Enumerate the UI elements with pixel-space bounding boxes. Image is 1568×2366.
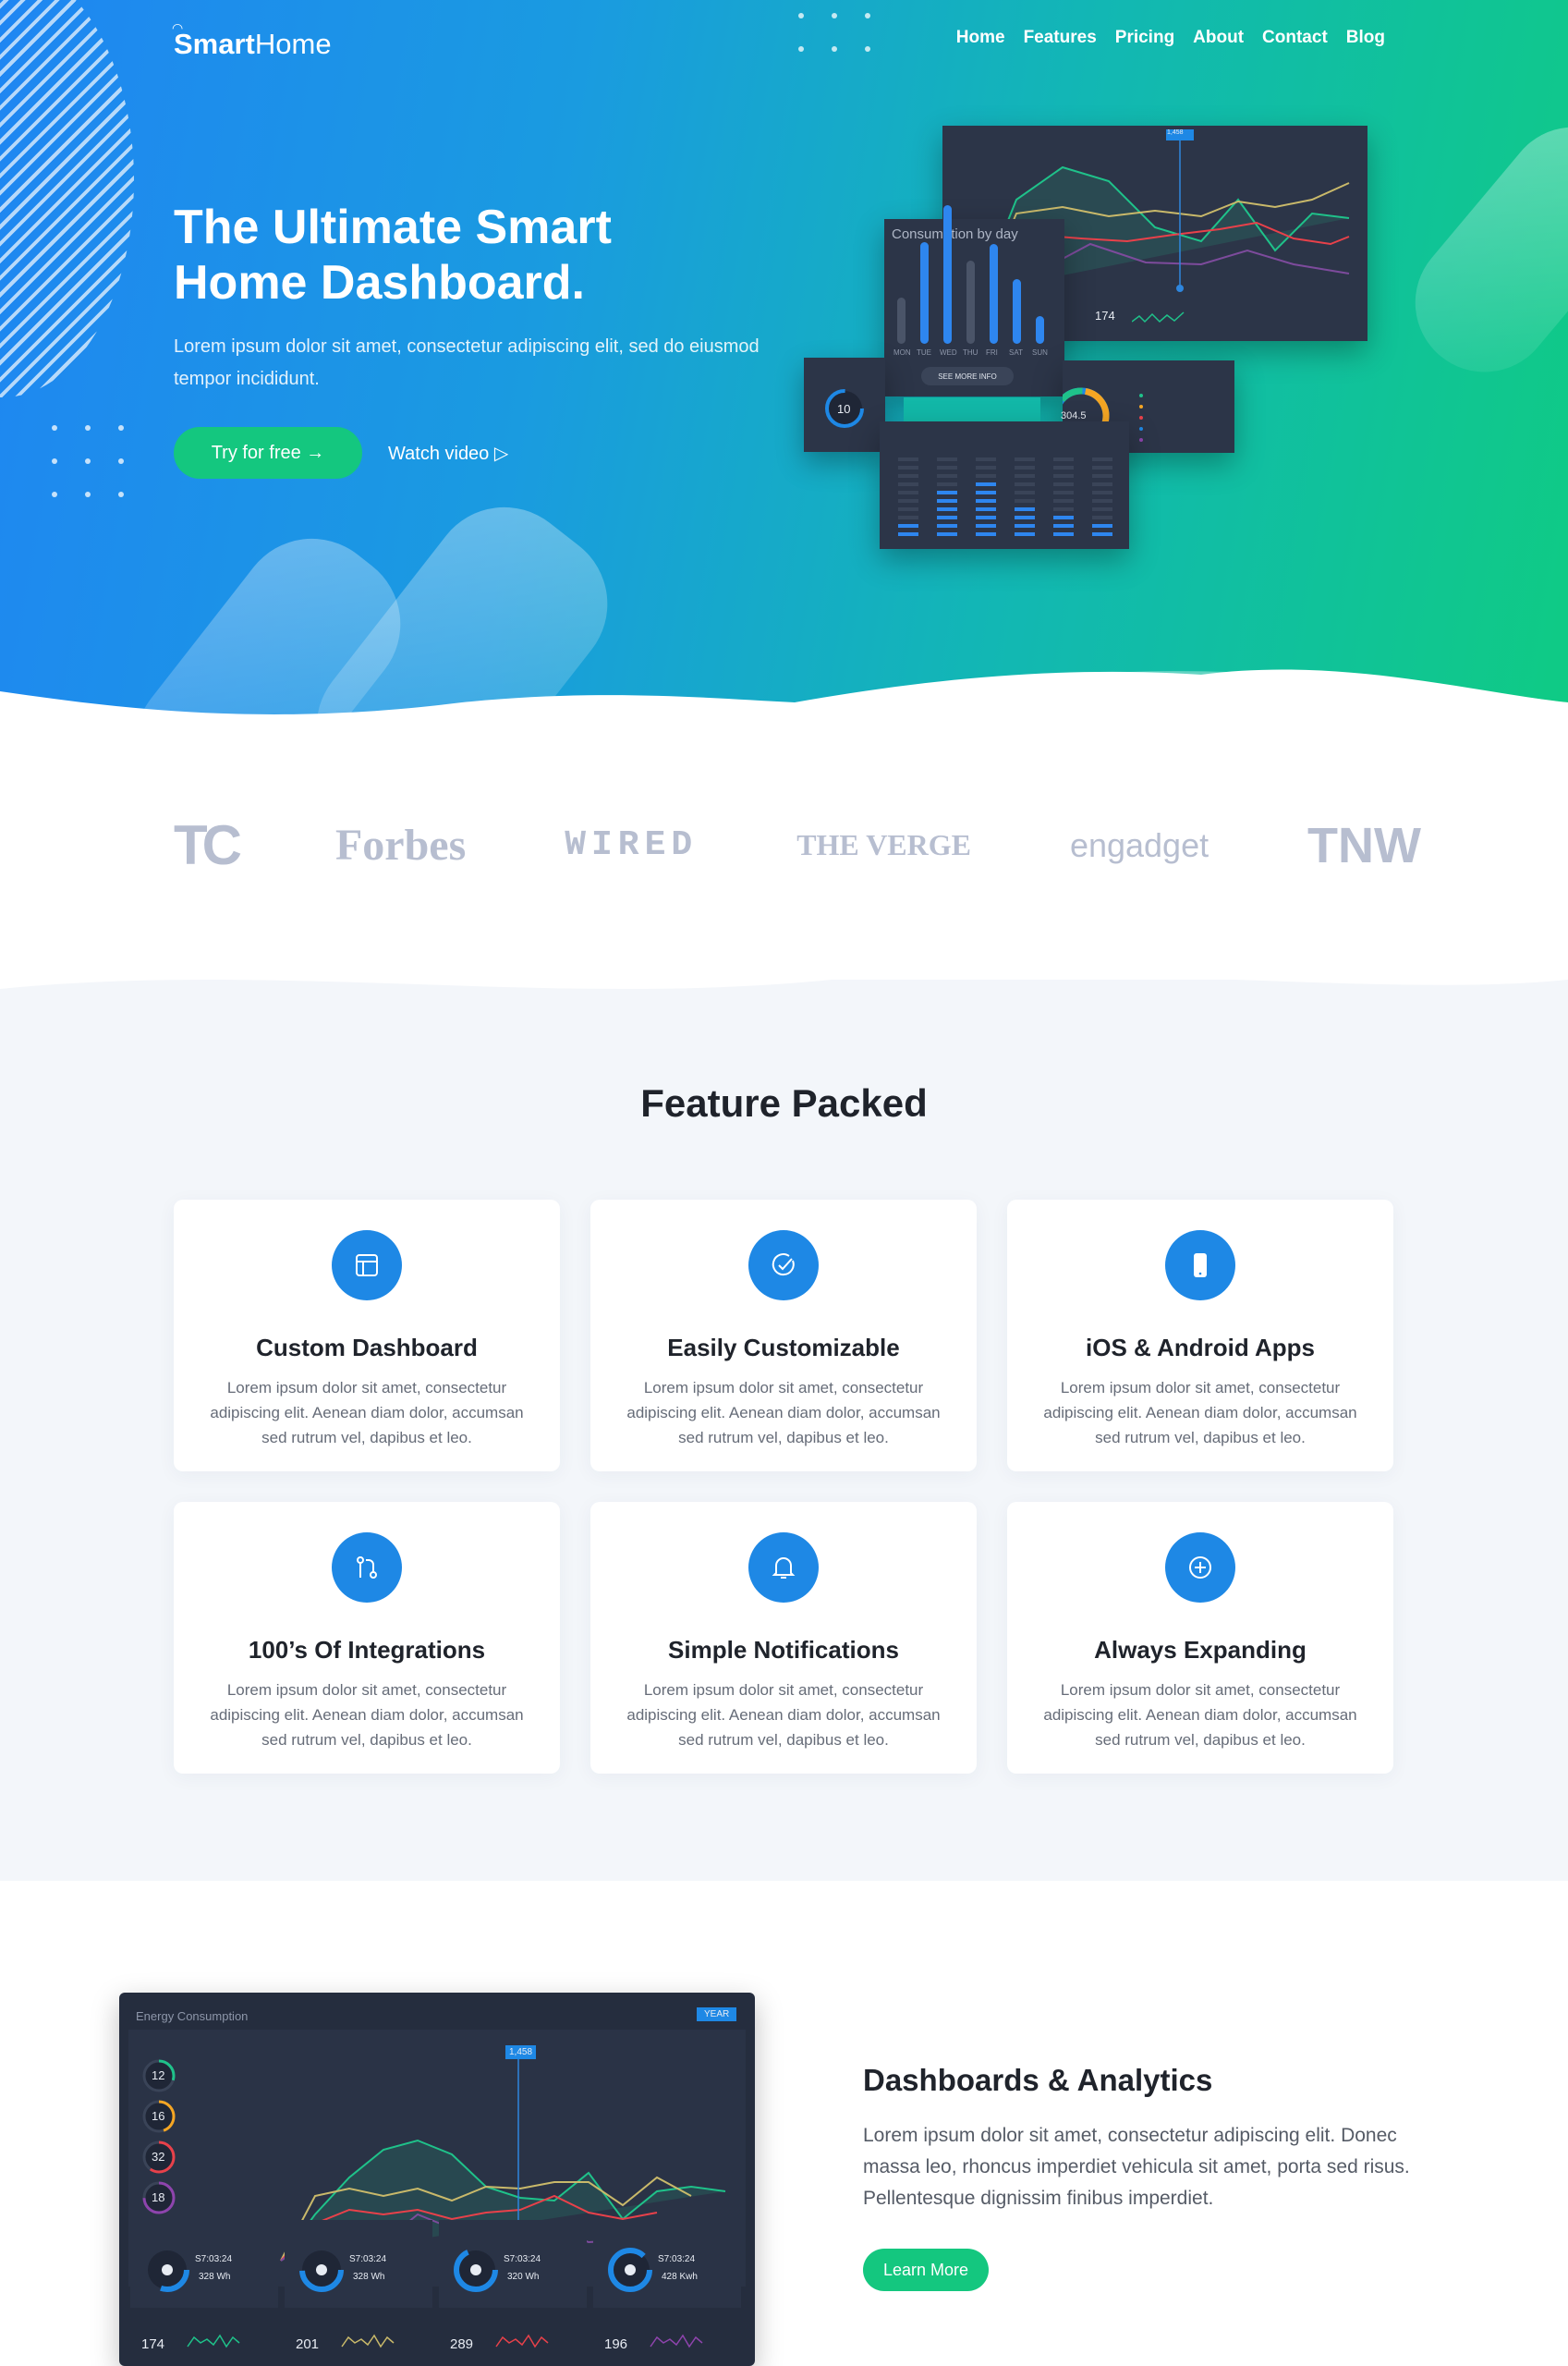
consumption-bar xyxy=(943,205,952,344)
device-energy: 328 Wh xyxy=(353,2272,385,2282)
hero-section: ◠ SmartHome Home Features Pricing About C… xyxy=(0,0,1568,730)
feature-card: 100’s Of Integrations Lorem ipsum dolor s… xyxy=(174,1502,560,1774)
feature-text: Lorem ipsum dolor sit amet, consectetur … xyxy=(626,1379,941,1446)
consumption-bar xyxy=(1013,279,1021,344)
consumption-title: Consumption by day xyxy=(892,226,1018,242)
learn-more-button[interactable]: Learn More xyxy=(863,2249,989,2291)
nav-features[interactable]: Features xyxy=(1024,28,1097,48)
nav-home[interactable]: Home xyxy=(956,28,1005,48)
day-label: TUE xyxy=(917,348,931,357)
consumption-bar xyxy=(990,244,998,344)
consumption-bar xyxy=(966,261,975,344)
feature-card: iOS & Android Apps Lorem ipsum dolor sit … xyxy=(1007,1200,1393,1471)
feature-card: Always Expanding Lorem ipsum dolor sit am… xyxy=(1007,1502,1393,1774)
try-for-free-button[interactable]: Try for free → xyxy=(174,427,362,479)
feature-text: Lorem ipsum dolor sit amet, consectetur … xyxy=(1043,1681,1357,1749)
feature-title: Easily Customizable xyxy=(667,1334,900,1361)
integration-icon xyxy=(332,1532,402,1603)
logo-the-verge: THE VERGE xyxy=(796,828,971,861)
watch-video-link[interactable]: Watch video ▷ xyxy=(388,427,508,479)
donut-value: 304.5 xyxy=(1061,410,1087,421)
features-title: Feature Packed xyxy=(640,1081,928,1125)
room-value: 32 xyxy=(152,2150,165,2164)
stat-value: 174 xyxy=(1095,309,1115,323)
room-value: 16 xyxy=(152,2109,165,2123)
feature-card: Simple Notifications Lorem ipsum dolor si… xyxy=(590,1502,977,1774)
feature-title: 100’s Of Integrations xyxy=(248,1636,486,1664)
feature-title: Always Expanding xyxy=(1094,1636,1307,1664)
check-circle-icon xyxy=(748,1230,819,1300)
consumption-panel: Consumption by day MON TUE WED THU FRI SAT SUN… xyxy=(884,205,1064,396)
nav-about[interactable]: About xyxy=(1193,28,1244,48)
decor-dots xyxy=(52,425,124,497)
stat-value: 196 xyxy=(604,2336,628,2352)
stat-value: 174 xyxy=(141,2336,165,2352)
analytics-title: Dashboards & Analytics xyxy=(863,2063,1213,2097)
logo-engadget: engadget xyxy=(1069,825,1209,864)
nav-pricing[interactable]: Pricing xyxy=(1115,28,1174,48)
feature-text: Lorem ipsum dolor sit amet, consectetur … xyxy=(1043,1379,1357,1446)
marker-label: 1,458 xyxy=(1167,129,1184,136)
device-energy: 328 Wh xyxy=(199,2272,231,2282)
feature-title: Custom Dashboard xyxy=(256,1334,478,1361)
device-time: S7:03:24 xyxy=(658,2254,696,2264)
energy-dashboard-image: Energy Consumption YEAR 1,458 12 16 32 18 S7… xyxy=(119,1993,755,2366)
day-label: SUN xyxy=(1032,348,1048,357)
feature-card: Easily Customizable Lorem ipsum dolor sit… xyxy=(590,1200,977,1471)
feature-card: Custom Dashboard Lorem ipsum dolor sit am… xyxy=(174,1200,560,1471)
consumption-bar xyxy=(897,298,906,344)
day-label: WED xyxy=(940,348,957,357)
main-nav: Home Features Pricing About Contact Blog xyxy=(956,28,1385,48)
device-time: S7:03:24 xyxy=(349,2254,387,2264)
feature-text: Lorem ipsum dolor sit amet, consectetur … xyxy=(210,1379,524,1446)
decor-dots xyxy=(798,13,870,52)
nav-contact[interactable]: Contact xyxy=(1262,28,1328,48)
nav-blog[interactable]: Blog xyxy=(1346,28,1385,48)
feature-text: Lorem ipsum dolor sit amet, consectetur … xyxy=(210,1681,524,1749)
active-hours-panel xyxy=(880,421,1129,549)
feature-title: iOS & Android Apps xyxy=(1086,1334,1315,1361)
device-energy: 320 Wh xyxy=(507,2272,540,2282)
day-label: MON xyxy=(893,348,911,357)
press-logos: TC Forbes WIRED THE VERGE engadget TNW xyxy=(174,813,1421,877)
consumption-bar xyxy=(920,242,929,344)
device-time: S7:03:24 xyxy=(504,2254,541,2264)
day-label: THU xyxy=(963,348,978,357)
logo-techcrunch: TC xyxy=(174,814,242,876)
gauge-value: 10 xyxy=(837,402,851,416)
brand-logo[interactable]: ◠ SmartHome xyxy=(172,20,332,61)
hero-subtitle: Lorem ipsum dolor sit amet, consectetur … xyxy=(174,336,760,389)
plus-circle-icon xyxy=(1165,1532,1235,1603)
device-time: S7:03:24 xyxy=(195,2254,233,2264)
see-more-info-button[interactable]: SEE MORE INFO xyxy=(921,367,1014,385)
logo-tnw: TNW xyxy=(1307,817,1421,873)
feature-title: Simple Notifications xyxy=(668,1636,899,1664)
day-label: SAT xyxy=(1009,348,1023,357)
device-energy: 428 Kwh xyxy=(662,2272,698,2282)
bell-icon xyxy=(748,1532,819,1603)
logo-wired: WIRED xyxy=(565,825,699,865)
smartphone-icon xyxy=(1165,1230,1235,1300)
hero-title: The Ultimate Smart Home Dashboard. xyxy=(174,201,612,310)
stat-value: 201 xyxy=(296,2336,320,2352)
layout-icon xyxy=(332,1230,402,1300)
marker-label: 1,458 xyxy=(505,2045,537,2059)
decor-stripes xyxy=(0,0,134,397)
room-value: 12 xyxy=(152,2068,165,2082)
stat-value: 289 xyxy=(450,2336,474,2352)
decor-blob xyxy=(1387,98,1568,401)
room-value: 18 xyxy=(152,2190,165,2204)
logo-forbes: Forbes xyxy=(334,821,467,870)
gauge-panel: 10 xyxy=(804,358,885,452)
day-label: FRI xyxy=(986,348,998,357)
consumption-bar xyxy=(1036,316,1044,344)
analytics-text: Lorem ipsum dolor sit amet, consectetur … xyxy=(863,2125,1410,2209)
feature-text: Lorem ipsum dolor sit amet, consectetur … xyxy=(626,1681,941,1749)
wifi-icon: ◠ xyxy=(172,20,184,35)
hero-wave xyxy=(0,669,1568,730)
